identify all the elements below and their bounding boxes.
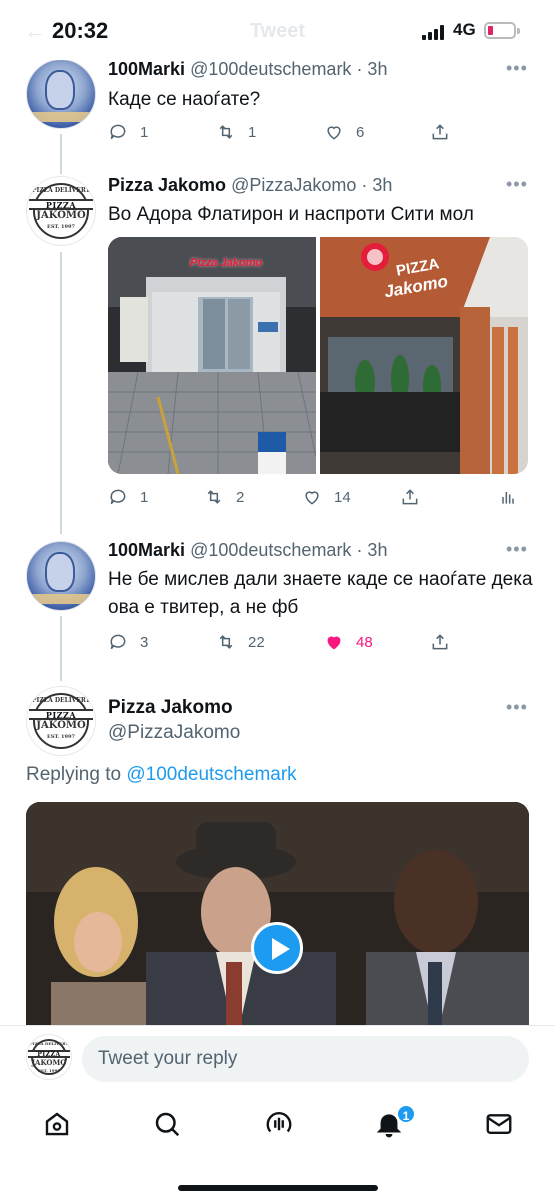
display-name[interactable]: 100Marki <box>108 59 185 79</box>
reply-icon <box>110 634 126 650</box>
tab-spaces[interactable] <box>264 1109 294 1139</box>
share-icon <box>402 489 418 505</box>
tweet-image-storefront-day[interactable]: PIZZA Jakomo <box>320 237 528 474</box>
tweet-text: Не бе мислев дали знаете каде се наоѓате… <box>108 569 533 618</box>
status-time: 20:32 <box>52 18 109 43</box>
share-icon <box>432 124 448 140</box>
tweet-text: Во Адора Флатирон и наспроти Сити мол <box>108 204 474 225</box>
display-name[interactable]: Pizza Jakomo <box>108 697 233 718</box>
tweet-header: 100Marki @100deutschemark · 3h <box>108 540 387 561</box>
like-count: 48 <box>356 633 373 651</box>
tab-messages[interactable] <box>484 1109 514 1139</box>
tweet-header: 100Marki @100deutschemark · 3h <box>108 59 387 80</box>
reply-icon <box>110 489 126 505</box>
handle-time: @PizzaJakomo · 3h <box>231 175 393 195</box>
like-button[interactable]: 48 <box>324 630 373 654</box>
tweet-header: Pizza Jakomo @PizzaJakomo · 3h <box>108 175 392 196</box>
focused-name: Pizza Jakomo <box>108 697 233 719</box>
like-count: 14 <box>334 488 351 506</box>
home-icon <box>45 1112 69 1136</box>
tweet-image-storefront-night[interactable]: Pizza Jakomo <box>108 237 316 474</box>
reply-input[interactable] <box>82 1036 529 1082</box>
network-label: 4G <box>453 20 476 39</box>
tab-home[interactable] <box>42 1109 72 1139</box>
more-icon[interactable]: ••• <box>506 539 528 560</box>
reply-button[interactable]: 1 <box>108 120 148 144</box>
reply-button[interactable]: 1 <box>108 485 148 509</box>
reply-count: 1 <box>140 488 149 506</box>
more-icon[interactable]: ••• <box>506 697 528 718</box>
retweet-button[interactable]: 2 <box>204 485 244 509</box>
reply-button[interactable]: 3 <box>108 630 148 654</box>
avatar[interactable] <box>26 59 96 129</box>
handle-time: @100deutschemark · 3h <box>190 540 388 560</box>
more-icon[interactable]: ••• <box>506 174 528 195</box>
like-icon <box>327 126 341 140</box>
tab-search[interactable] <box>152 1109 182 1139</box>
retweet-icon <box>219 125 233 139</box>
battery-icon <box>484 22 520 39</box>
thread-line <box>60 134 62 174</box>
share-button[interactable] <box>400 485 420 509</box>
handle-time: @100deutschemark · 3h <box>190 59 388 79</box>
reply-count: 1 <box>140 123 149 141</box>
like-icon <box>305 491 319 505</box>
analytics-button[interactable] <box>498 485 518 509</box>
tweet-actions: 1 1 6 <box>108 120 528 144</box>
share-button[interactable] <box>430 120 450 144</box>
like-count: 6 <box>356 123 365 141</box>
replying-prefix: Replying to <box>26 764 122 785</box>
like-icon <box>327 636 341 650</box>
like-button[interactable]: 6 <box>324 120 364 144</box>
analytics-icon <box>502 492 514 504</box>
display-name[interactable]: 100Marki <box>108 540 185 560</box>
reply-icon <box>110 124 126 140</box>
spaces-icon <box>266 1112 292 1133</box>
thread-line <box>60 252 62 534</box>
tweet-actions: 1 2 14 <box>108 485 528 509</box>
status-bar: ← Tweet 20:32 4G <box>0 0 555 60</box>
tweet-text: Каде се наоѓате? <box>108 89 261 110</box>
display-name[interactable]: Pizza Jakomo <box>108 175 226 195</box>
like-button[interactable]: 14 <box>302 485 351 509</box>
replying-handle[interactable]: @100deutschemark <box>126 764 296 785</box>
retweet-button[interactable]: 22 <box>216 630 265 654</box>
retweet-button[interactable]: 1 <box>216 120 256 144</box>
reply-count: 3 <box>140 633 149 651</box>
handle[interactable]: @PizzaJakomo <box>108 722 240 743</box>
signal-icon <box>422 24 446 40</box>
search-icon <box>155 1112 180 1137</box>
my-avatar[interactable]: PIZZA DELIVERY PIZZA JAKOMO EST. 1997 <box>26 1034 72 1080</box>
avatar[interactable]: PIZZA DELIVERY PIZZA JAKOMO EST. 1997 <box>26 686 96 756</box>
thread-line <box>60 616 62 681</box>
avatar[interactable] <box>26 541 96 611</box>
retweet-count: 22 <box>248 633 265 651</box>
avatar[interactable]: PIZZA DELIVERY PIZZA JAKOMO EST. 1997 <box>26 176 96 246</box>
share-icon <box>432 634 448 650</box>
retweet-icon <box>207 490 221 504</box>
focused-handle: @PizzaJakomo <box>108 722 240 744</box>
home-indicator <box>178 1185 378 1191</box>
storefront-sign: Pizza Jakomo <box>190 257 263 269</box>
play-icon[interactable] <box>251 922 303 974</box>
tweet-actions: 3 22 48 <box>108 630 528 654</box>
messages-icon <box>486 1114 512 1134</box>
retweet-count: 2 <box>236 488 245 506</box>
replying-to: Replying to @100deutschemark <box>26 764 297 786</box>
retweet-count: 1 <box>248 123 257 141</box>
retweet-icon <box>219 635 233 649</box>
reply-composer: PIZZA DELIVERY PIZZA JAKOMO EST. 1997 <box>0 1025 555 1095</box>
notifications-badge: 1 <box>396 1104 416 1124</box>
share-button[interactable] <box>430 630 450 654</box>
more-icon[interactable]: ••• <box>506 58 528 79</box>
